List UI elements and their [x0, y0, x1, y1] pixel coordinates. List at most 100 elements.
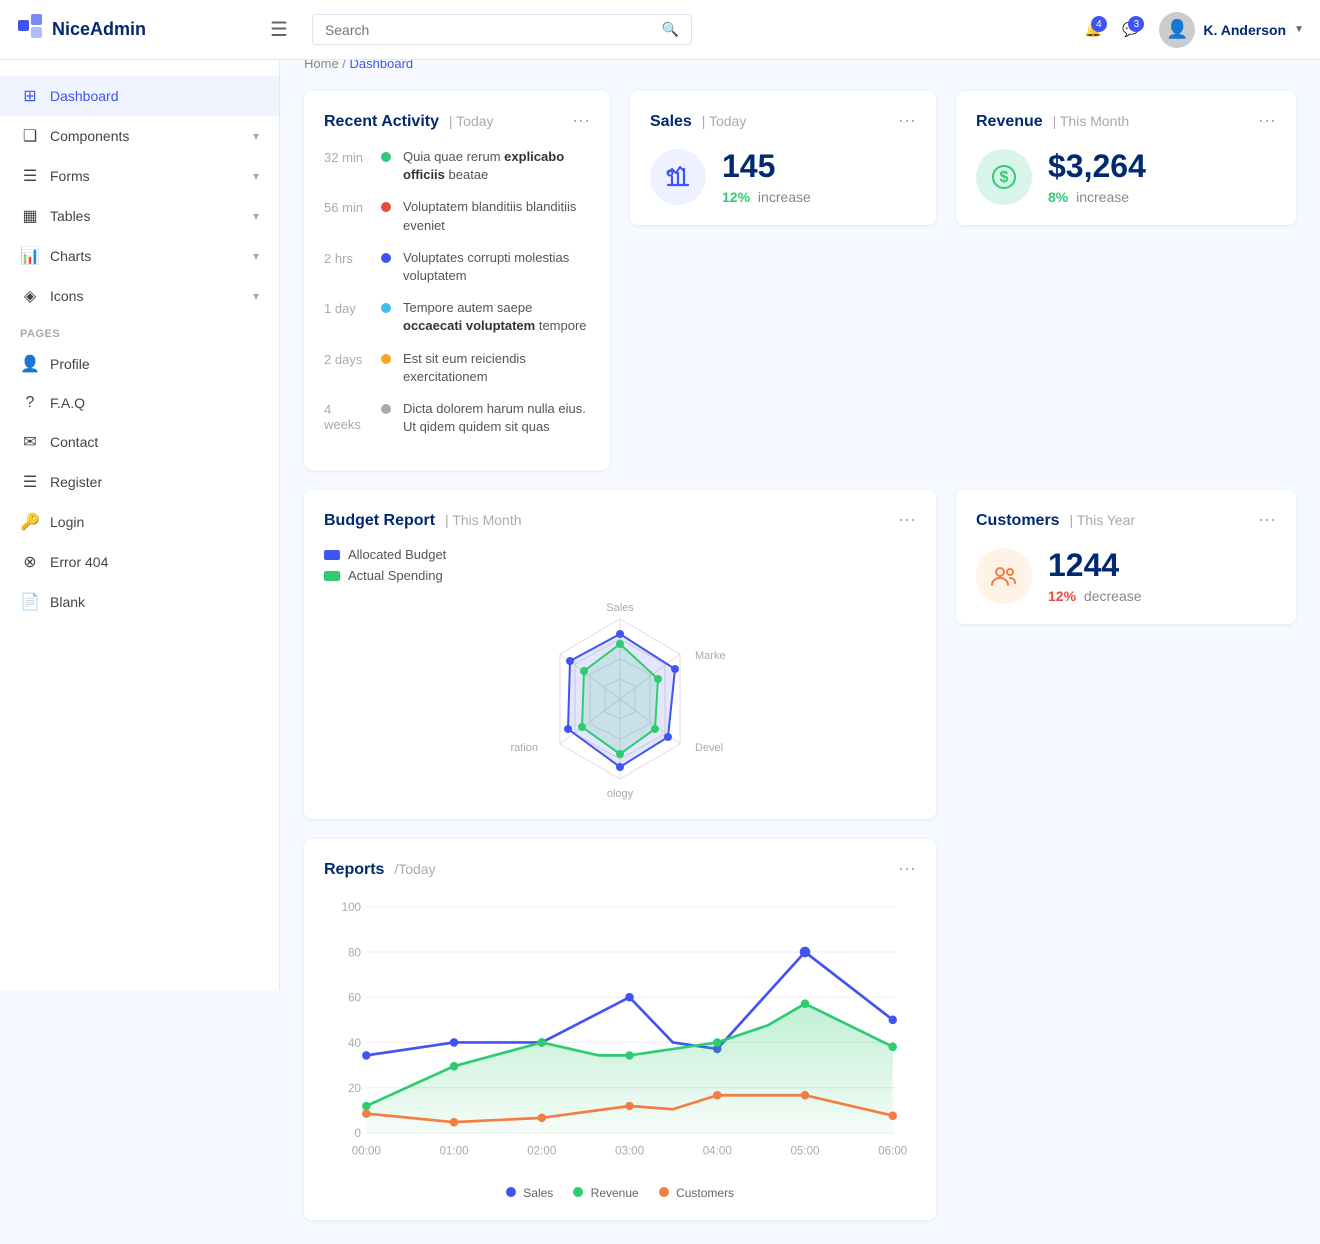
sales-stat-info: 145 12% increase — [722, 148, 811, 205]
sidebar-item-tables[interactable]: ▦ Tables ▾ — [0, 196, 279, 236]
sidebar-item-label: Error 404 — [50, 554, 259, 570]
budget-legend: Allocated Budget Actual Spending — [324, 547, 916, 583]
sidebar-item-register[interactable]: ☰ Register — [0, 462, 279, 502]
revenue-icon-circle: $ — [976, 149, 1032, 205]
svg-text:0: 0 — [355, 1127, 362, 1140]
customers-card-title-group: Customers | This Year — [976, 512, 1135, 530]
customers-icon-circle — [976, 548, 1032, 604]
avatar: 👤 — [1159, 12, 1195, 48]
header: NiceAdmin ☰ 🔍 🔔 4 💬 3 👤 K. Anderson ▼ — [0, 0, 1320, 60]
list-item: 32 min Quia quae rerum explicabo officii… — [324, 148, 590, 184]
chevron-right-icon: ▾ — [253, 209, 259, 223]
svg-text:01:00: 01:00 — [440, 1145, 470, 1158]
budget-report-card: Budget Report | This Month ⋯ Allocated B… — [304, 490, 936, 819]
svg-text:40: 40 — [348, 1037, 361, 1050]
list-item: 4 weeks Dicta dolorem harum nulla eius. … — [324, 400, 590, 436]
notifications-button[interactable]: 🔔 4 — [1085, 21, 1102, 38]
search-icon: 🔍 — [662, 21, 679, 38]
sales-card-title: Sales | Today — [650, 113, 746, 131]
user-menu[interactable]: 👤 K. Anderson ▼ — [1159, 12, 1304, 48]
activity-text: Dicta dolorem harum nulla eius. Ut qidem… — [403, 400, 590, 436]
profile-icon: 👤 — [20, 354, 40, 374]
sales-value: 145 — [722, 148, 811, 185]
sidebar-item-faq[interactable]: ? F.A.Q — [0, 384, 279, 422]
revenue-change-label: increase — [1076, 189, 1129, 205]
sidebar-item-components[interactable]: ❏ Components ▾ — [0, 116, 279, 156]
activity-dot — [381, 303, 391, 313]
legend-dot-green — [324, 571, 340, 581]
activity-time: 1 day — [324, 299, 369, 316]
activity-dot — [381, 404, 391, 414]
app-name: NiceAdmin — [52, 19, 146, 40]
list-item: 1 day Tempore autem saepe occaecati volu… — [324, 299, 590, 335]
search-input[interactable] — [325, 22, 654, 38]
main-content: Dashboard Home / Dashboard Sales | Today… — [280, 0, 1320, 1244]
search-bar[interactable]: 🔍 — [312, 14, 692, 45]
reports-chart-area: 100 80 60 40 20 0 00:00 01:00 02:00 03:0… — [324, 896, 916, 1176]
revenue-dots-menu[interactable]: ⋯ — [1258, 111, 1276, 132]
legend-sales: Sales — [506, 1186, 553, 1200]
revenue-pct: 8% — [1048, 189, 1068, 205]
reports-dots-menu[interactable]: ⋯ — [898, 859, 916, 880]
legend-label-customers: Customers — [676, 1186, 734, 1200]
activity-dot — [381, 202, 391, 212]
budget-card-title-group: Budget Report | This Month — [324, 512, 522, 530]
hamburger-button[interactable]: ☰ — [262, 13, 296, 46]
radar-chart-area: Sales Marke Devel ology ration — [324, 599, 916, 799]
recent-activity-title: Recent Activity — [324, 113, 439, 130]
faq-icon: ? — [20, 394, 40, 412]
customers-dots-menu[interactable]: ⋯ — [1258, 510, 1276, 531]
sidebar-item-charts[interactable]: 📊 Charts ▾ — [0, 236, 279, 276]
activity-time: 2 hrs — [324, 249, 369, 266]
customers-value: 1244 — [1048, 547, 1142, 584]
chevron-down-icon: ▼ — [1294, 24, 1304, 35]
sales-change-label: increase — [758, 189, 811, 205]
sidebar-item-label: F.A.Q — [50, 395, 259, 411]
pages-section-title: PAGES — [0, 316, 279, 344]
legend-revenue: Revenue — [573, 1186, 638, 1200]
sidebar-item-dashboard[interactable]: ⊞ Dashboard — [0, 76, 279, 116]
sidebar-item-error404[interactable]: ⊗ Error 404 — [0, 542, 279, 582]
dashboard-icon: ⊞ — [20, 86, 40, 106]
list-item: 2 days Est sit eum reiciendis exercitati… — [324, 350, 590, 386]
sidebar-item-profile[interactable]: 👤 Profile — [0, 344, 279, 384]
sales-dots-menu[interactable]: ⋯ — [898, 111, 916, 132]
sidebar-item-login[interactable]: 🔑 Login — [0, 502, 279, 542]
sidebar-item-blank[interactable]: 📄 Blank — [0, 582, 279, 622]
chevron-right-icon: ▾ — [253, 249, 259, 263]
activity-text: Voluptatem blanditiis blanditiis eveniet — [403, 198, 590, 234]
recent-activity-subtitle: | Today — [449, 113, 494, 129]
activity-dot — [381, 152, 391, 162]
tables-icon: ▦ — [20, 206, 40, 226]
svg-text:60: 60 — [348, 992, 361, 1005]
sidebar-item-label: Charts — [50, 248, 243, 264]
sales-card: Sales | Today ⋯ 145 12% in — [630, 91, 936, 225]
sidebar-item-icons[interactable]: ◈ Icons ▾ — [0, 276, 279, 316]
svg-text:04:00: 04:00 — [703, 1145, 733, 1158]
reports-title-group: Reports /Today — [324, 861, 436, 879]
svg-text:20: 20 — [348, 1082, 361, 1095]
logo-icon — [16, 12, 44, 47]
activity-text: Tempore autem saepe occaecati voluptatem… — [403, 299, 590, 335]
customers-card: Customers | This Year ⋯ 1244 — [956, 490, 1296, 624]
activity-time: 2 days — [324, 350, 369, 367]
radar-label-marke: Marke — [695, 650, 726, 662]
activity-list: 32 min Quia quae rerum explicabo officii… — [324, 148, 590, 436]
legend-item-allocated: Allocated Budget — [324, 547, 916, 562]
login-icon: 🔑 — [20, 512, 40, 532]
sidebar-item-forms[interactable]: ☰ Forms ▾ — [0, 156, 279, 196]
recent-activity-dots-menu[interactable]: ⋯ — [572, 111, 590, 132]
customers-change-label: decrease — [1084, 588, 1142, 604]
recent-activity-header: Recent Activity | Today ⋯ — [324, 111, 590, 132]
activity-time: 32 min — [324, 148, 369, 165]
legend-item-actual: Actual Spending — [324, 568, 916, 583]
sales-stat-row: 145 12% increase — [650, 148, 916, 205]
second-row: Customers | This Year ⋯ 1244 — [304, 490, 1296, 819]
sidebar-item-contact[interactable]: ✉ Contact — [0, 422, 279, 462]
register-icon: ☰ — [20, 472, 40, 492]
messages-button[interactable]: 💬 3 — [1122, 21, 1139, 38]
radar-label-ration: ration — [510, 742, 538, 754]
budget-dots-menu[interactable]: ⋯ — [898, 510, 916, 531]
notifications-badge: 4 — [1091, 16, 1107, 32]
radar-label-sales: Sales — [606, 602, 634, 614]
